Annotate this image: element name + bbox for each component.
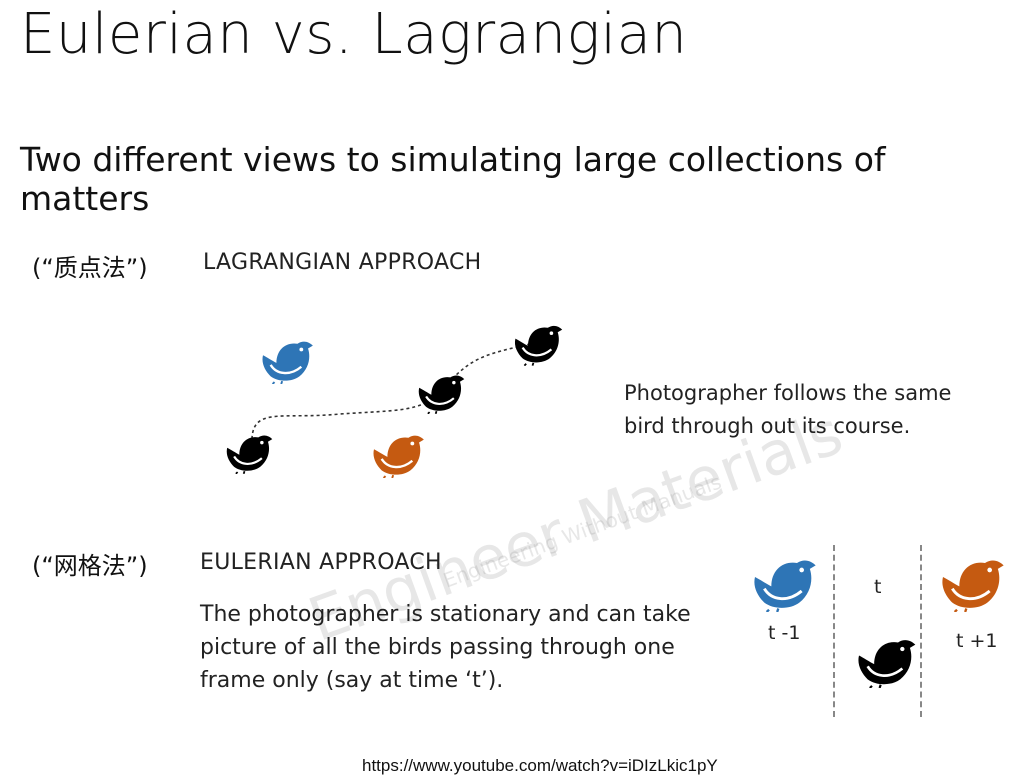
bird-icon <box>748 556 818 612</box>
frame-divider <box>920 545 922 717</box>
eulerian-description-line3: frame only (say at time ‘t’). <box>200 668 504 693</box>
bird-icon <box>510 322 564 366</box>
frame-divider <box>833 545 835 717</box>
eulerian-description-line1: The photographer is stationary and can t… <box>200 602 691 627</box>
bird-icon <box>414 372 466 414</box>
label-t-minus-1: t -1 <box>768 622 801 644</box>
lagrangian-description-line2: bird through out its course. <box>624 414 911 438</box>
bird-icon <box>936 556 1006 612</box>
label-t: t <box>874 576 882 598</box>
eulerian-heading: EULERIAN APPROACH <box>200 550 442 575</box>
eulerian-cn-label: (“网格法”) <box>32 552 148 580</box>
source-link[interactable]: https://www.youtube.com/watch?v=iDIzLkic… <box>362 756 718 776</box>
bird-icon <box>257 338 315 384</box>
eulerian-description-line2: picture of all the birds passing through… <box>200 635 675 660</box>
bird-icon <box>222 432 274 474</box>
bird-icon <box>852 636 918 688</box>
bird-icon <box>368 432 426 478</box>
label-t-plus-1: t +1 <box>956 630 998 652</box>
lagrangian-description-line1: Photographer follows the same <box>624 381 952 405</box>
